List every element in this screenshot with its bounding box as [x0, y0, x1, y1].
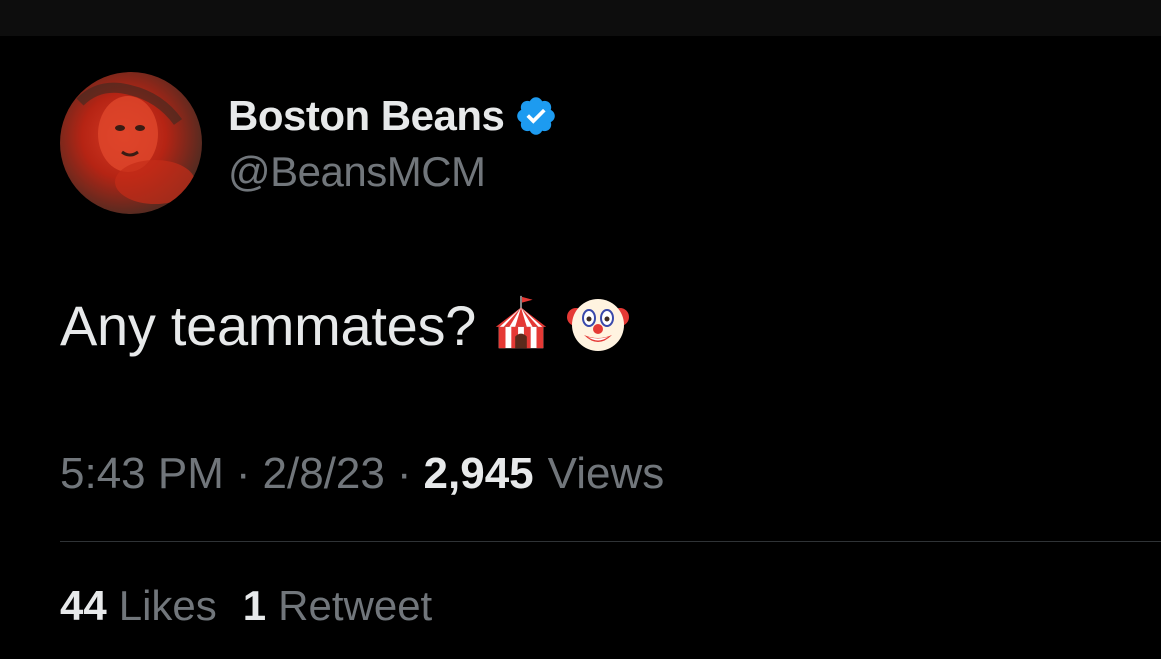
views-count: 2,945: [423, 449, 534, 498]
retweets-count: 1: [242, 582, 267, 629]
tweet-text: Any teammates?: [60, 293, 476, 357]
engagement-stats: 44 Likes 1 Retweet: [60, 578, 432, 634]
clown-face-icon: [566, 291, 630, 360]
views-label: Views: [547, 449, 665, 498]
verified-badge-icon[interactable]: [514, 94, 558, 138]
likes-label: Likes: [118, 582, 217, 629]
likes-count: 44: [60, 582, 107, 629]
author-handle[interactable]: @BeansMCM: [228, 148, 486, 196]
retweets-stat[interactable]: 1 Retweet: [243, 582, 432, 630]
avatar-image: [76, 82, 195, 204]
author-name-row: Boston Beans: [228, 88, 558, 144]
avatar[interactable]: [60, 72, 202, 214]
meta-separator: ·: [396, 449, 412, 498]
divider: [60, 541, 1161, 542]
retweets-label: Retweet: [278, 582, 433, 629]
tweet-time[interactable]: 5:43 PM: [60, 449, 224, 499]
meta-separator: ·: [235, 449, 251, 498]
top-status-strip: [0, 0, 1161, 36]
likes-stat[interactable]: 44 Likes: [60, 582, 217, 630]
tweet-date[interactable]: 2/8/23: [263, 449, 385, 499]
author-display-name[interactable]: Boston Beans: [228, 92, 505, 140]
tweet-meta: 5:43 PM · 2/8/23 · 2,945 Views: [60, 444, 664, 504]
tweet-body: Any teammates?: [60, 290, 630, 360]
circus-tent-icon: [490, 292, 552, 359]
